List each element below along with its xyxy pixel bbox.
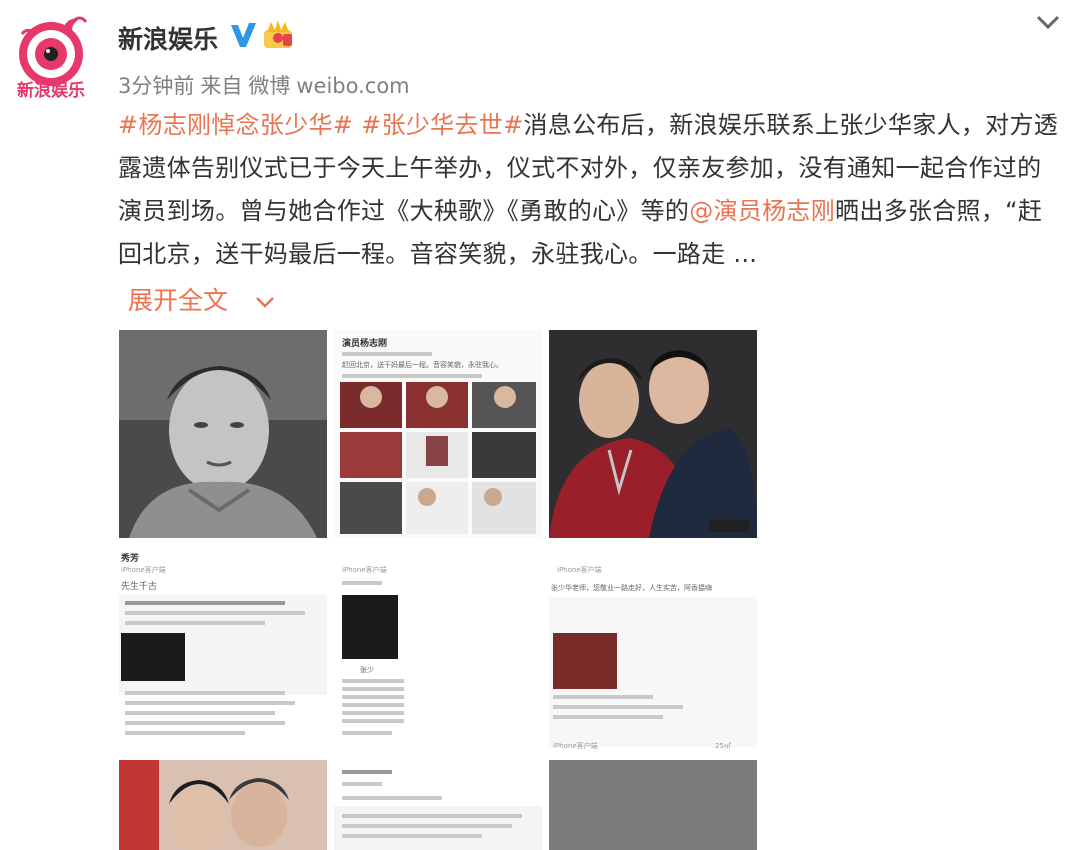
verified-v-icon: [231, 23, 256, 47]
mention-link[interactable]: @演员杨志刚: [689, 197, 835, 225]
post-time[interactable]: 3分钟前: [118, 74, 194, 98]
post-meta: 3分钟前 来自 微博 weibo.com: [118, 70, 416, 100]
source-name[interactable]: 微博: [248, 74, 290, 98]
collage-header: 演员杨志刚: [342, 339, 388, 349]
post-text: #杨志刚悼念张少华# #张少华去世#消息公布后，新浪娱乐联系上张少华家人，对方透…: [118, 104, 1063, 276]
screenshot-client: iPhone客户端: [557, 566, 602, 574]
crown-badge-icon: [264, 20, 292, 48]
color-photo: [549, 330, 757, 538]
screenshot-count: 25㎡: [715, 742, 731, 750]
image-thumbnail-portrait[interactable]: [119, 330, 327, 538]
avatar-label: 新浪娱乐: [17, 80, 85, 101]
expand-label: 展开全文: [128, 286, 229, 315]
screenshot-text: 先生千古: [121, 582, 158, 592]
hashtag-link[interactable]: #杨志刚悼念张少华#: [118, 111, 353, 139]
collage-caption: 赶回北京，送干妈最后一程。音容笑貌，永驻我心。: [342, 361, 503, 369]
avatar[interactable]: 新浪娱乐: [12, 12, 94, 104]
screenshot-client-footer: iPhone客户端: [553, 742, 598, 750]
screenshot-name: 张少: [360, 666, 374, 674]
chevron-down-icon: [256, 297, 274, 308]
source-site[interactable]: weibo.com: [296, 74, 409, 98]
sina-entertainment-logo-icon: 新浪娱乐: [17, 16, 88, 101]
source-prefix: 来自: [200, 74, 243, 98]
image-thumbnail-color-photo[interactable]: [549, 330, 757, 538]
screenshot-client: iPhone客户端: [342, 566, 387, 574]
chevron-down-icon[interactable]: [1030, 12, 1066, 34]
photo-cropped: [119, 760, 327, 850]
image-thumbnail-photo[interactable]: [119, 760, 327, 850]
image-thumbnail-gray[interactable]: [549, 760, 757, 850]
image-thumbnail-screenshot[interactable]: iPhone客户端 张少: [334, 545, 542, 753]
collage-photos: [340, 382, 536, 534]
image-thumbnail-screenshot[interactable]: iPhone客户端 张少华老师，您敬业一路走好，人生实苦，阿香揾嗨 iPhone…: [549, 545, 757, 753]
screenshot-user: 秀芳: [121, 554, 140, 564]
image-thumbnail-screenshot[interactable]: [334, 760, 542, 850]
portrait-photo: [119, 330, 327, 538]
username[interactable]: 新浪娱乐: [118, 20, 218, 56]
screenshot-text: 张少华老师，您敬业一路走好，人生实苦，阿香揾嗨: [551, 584, 712, 592]
image-thumbnail-collage[interactable]: 演员杨志刚 赶回北京，送干妈最后一程。音容笑貌，永驻我心。: [334, 330, 542, 538]
hashtag-link[interactable]: #张少华去世#: [361, 111, 523, 139]
expand-full-text-button[interactable]: 展开全文: [128, 281, 276, 317]
image-thumbnail-screenshot[interactable]: 秀芳 iPhone客户端 先生千古: [119, 545, 327, 753]
screenshot-client: iPhone客户端: [121, 566, 166, 574]
